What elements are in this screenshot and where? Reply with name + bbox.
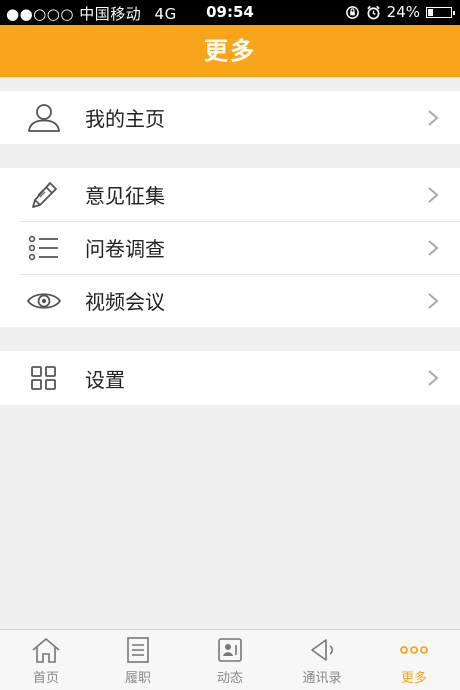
menu-item-label: 我的主页 [85,107,165,131]
contacts-icon [311,639,334,661]
tab-label: 通讯录 [302,671,342,686]
menu-item-label: 视频会议 [85,290,165,314]
rotation-lock-icon [345,5,359,19]
menu-group-profile: 我的主页 [0,91,460,144]
chevron-right-icon [428,186,439,203]
menu-item-label: 意见征集 [85,184,165,208]
menu-item-survey[interactable]: 问卷调查 [0,221,460,274]
tab-label: 首页 [32,671,59,686]
page-title: 更多 [0,25,460,77]
chevron-right-icon [428,109,439,126]
battery-icon [426,6,455,18]
tab-bar: 首页 履职 动态 通讯录 更多 [0,629,460,690]
tab-label: 更多 [400,671,427,686]
menu-item-profile[interactable]: 我的主页 [0,91,460,144]
menu-group-settings: 设置 [0,351,460,405]
menu-item-feedback[interactable]: 意见征集 [0,168,460,221]
tab-news[interactable]: 动态 [184,630,276,690]
grid-icon [22,361,66,395]
chevron-right-icon [428,292,439,309]
tab-duties[interactable]: 履职 [92,630,184,690]
battery-percent: 24% [386,3,420,21]
menu-item-video-meeting[interactable]: 视频会议 [0,274,460,327]
list-icon [22,231,66,265]
pencil-icon [22,178,66,212]
tab-contacts[interactable]: 通讯录 [276,630,368,690]
menu-group-participation: 意见征集 问卷调查 视频会议 [0,168,460,327]
eye-icon [22,284,66,318]
alarm-icon [366,5,380,19]
menu-item-label: 问卷调查 [85,237,165,261]
tab-home[interactable]: 首页 [0,630,92,690]
news-icon [218,638,242,662]
chevron-right-icon [428,370,439,386]
menu-list: 我的主页 意见征集 问卷调查 视频会议 设置 [0,77,460,405]
more-dots-icon [400,646,428,654]
tab-label: 履职 [124,671,151,686]
menu-item-settings[interactable]: 设置 [0,351,460,405]
tab-label: 动态 [216,671,243,686]
home-icon [32,637,60,663]
tab-more[interactable]: 更多 [368,630,460,690]
status-right: 24% [345,3,455,21]
chevron-right-icon [428,239,439,256]
status-bar: ●●○○○ 中国移动 4G 09:54 24% [0,0,460,25]
document-icon [127,637,149,663]
user-icon [22,101,66,135]
menu-item-label: 设置 [85,367,125,392]
